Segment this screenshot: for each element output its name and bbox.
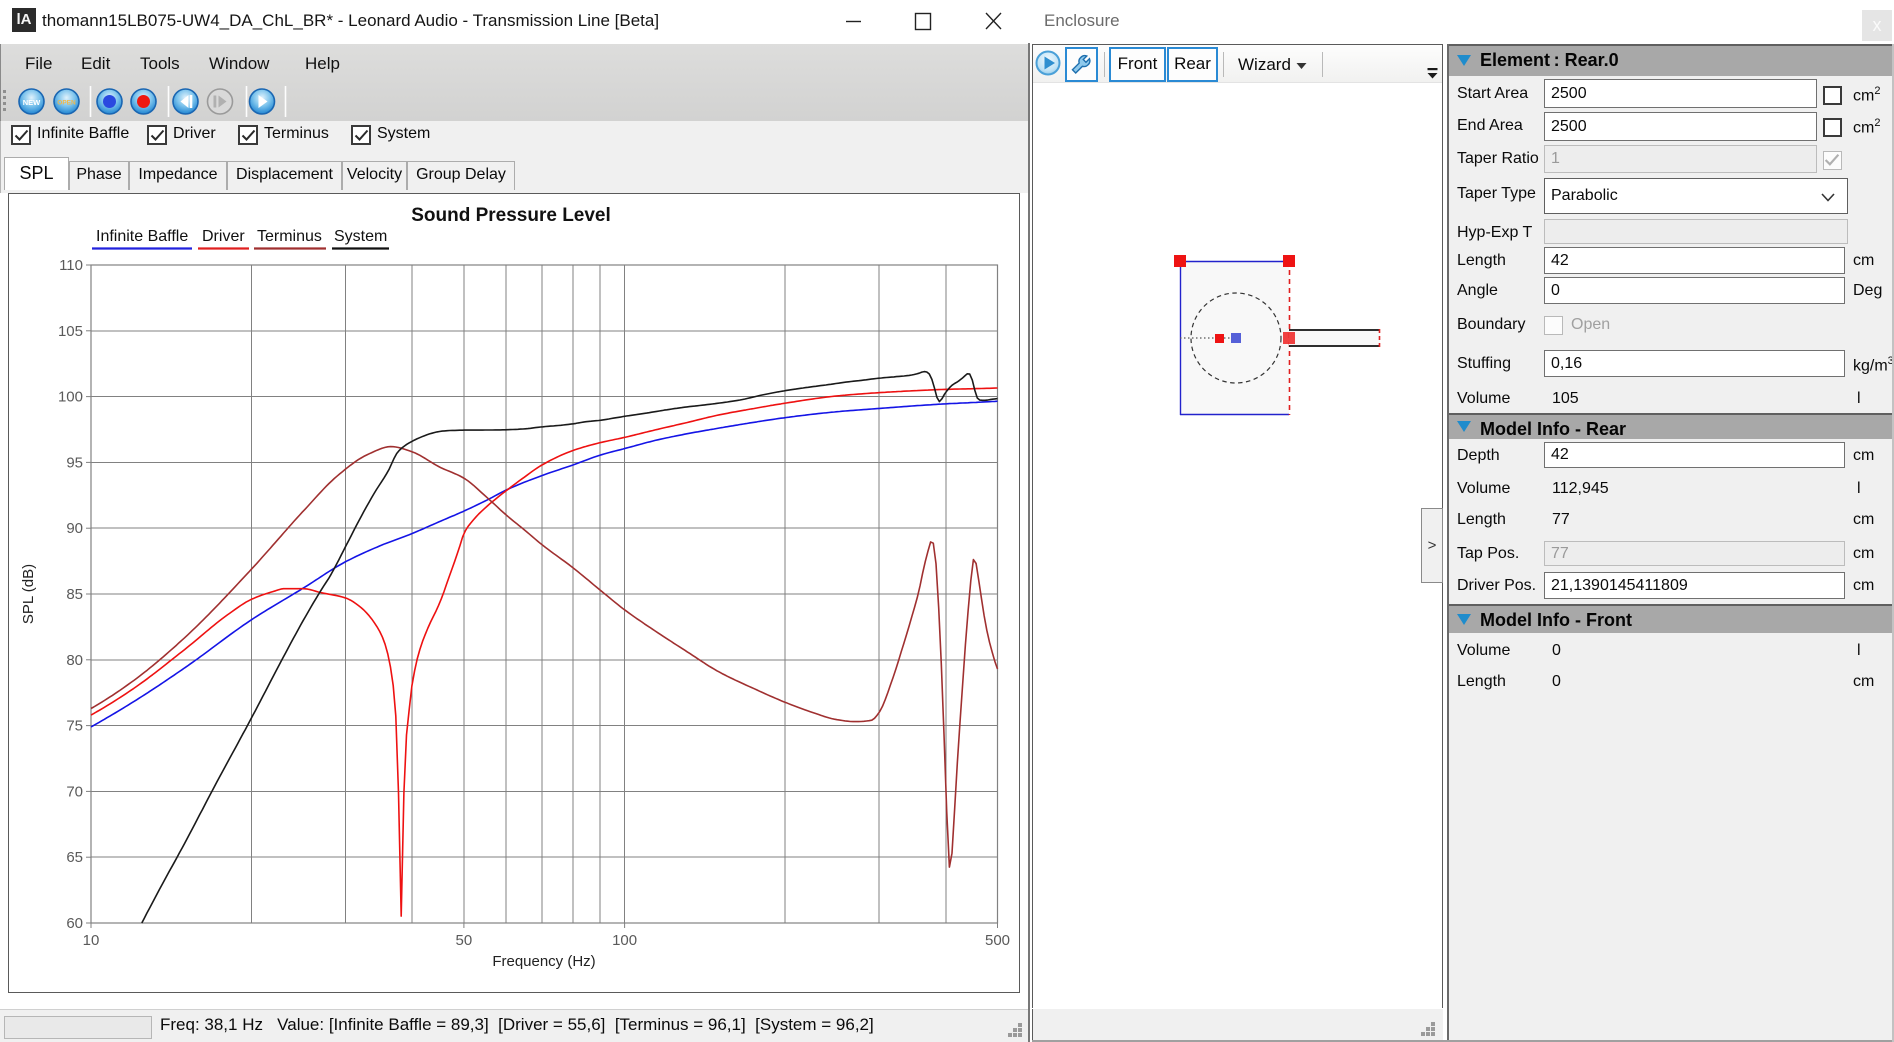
svg-text:95: 95 bbox=[66, 454, 83, 471]
svg-text:50: 50 bbox=[456, 932, 473, 949]
svg-text:Driver: Driver bbox=[202, 228, 245, 245]
svg-text:100: 100 bbox=[58, 389, 83, 406]
svg-text:75: 75 bbox=[66, 718, 83, 735]
svg-text:80: 80 bbox=[66, 652, 83, 669]
svg-text:90: 90 bbox=[66, 520, 83, 537]
svg-text:Infinite Baffle: Infinite Baffle bbox=[96, 228, 188, 245]
svg-text:500: 500 bbox=[985, 932, 1010, 949]
svg-text:NEW: NEW bbox=[23, 98, 41, 107]
svg-text:110: 110 bbox=[59, 257, 83, 274]
svg-text:100: 100 bbox=[612, 932, 637, 949]
svg-text:Terminus: Terminus bbox=[257, 228, 322, 245]
svg-text:OPEN: OPEN bbox=[57, 100, 76, 107]
svg-text:60: 60 bbox=[66, 915, 83, 932]
svg-text:System: System bbox=[334, 228, 387, 245]
svg-text:105: 105 bbox=[58, 323, 83, 340]
svg-text:65: 65 bbox=[66, 849, 83, 866]
svg-text:85: 85 bbox=[66, 586, 83, 603]
svg-text:70: 70 bbox=[66, 783, 83, 800]
svg-text:10: 10 bbox=[83, 932, 100, 949]
svg-text:SPL (dB): SPL (dB) bbox=[20, 564, 37, 624]
svg-text:Frequency (Hz): Frequency (Hz) bbox=[492, 953, 595, 970]
svg-text:Sound Pressure Level: Sound Pressure Level bbox=[411, 205, 611, 226]
